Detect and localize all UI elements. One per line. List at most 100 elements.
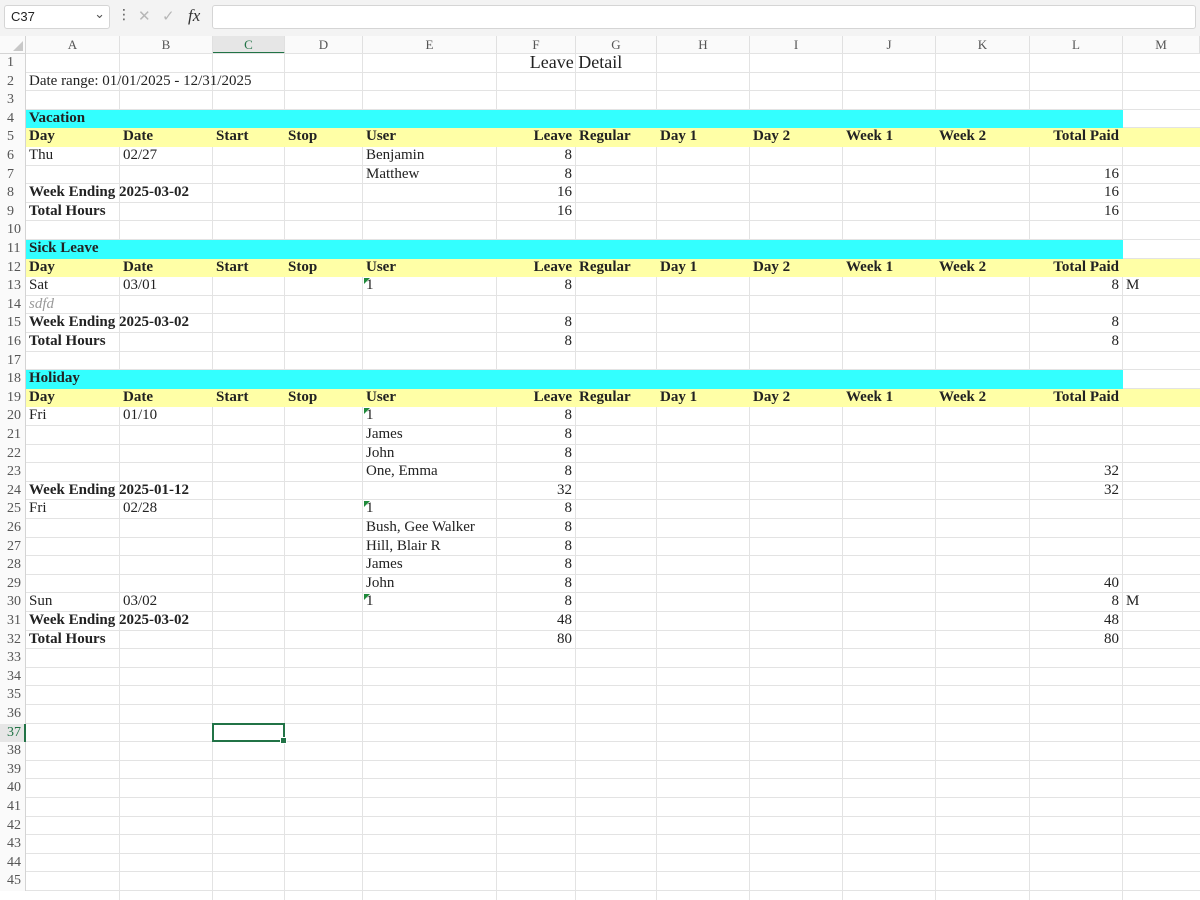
leave-cell[interactable]: 48 xyxy=(497,611,572,630)
date-cell[interactable]: 02/28 xyxy=(123,499,157,518)
user-cell[interactable]: One, Emma xyxy=(366,462,438,481)
column-header-j[interactable]: J xyxy=(843,36,936,54)
leave-cell[interactable]: 8 xyxy=(497,462,573,481)
column-header-e[interactable]: E xyxy=(363,36,497,54)
leave-cell[interactable]: 8 xyxy=(497,444,573,463)
leave-cell[interactable]: 8 xyxy=(497,313,573,332)
column-header-l[interactable]: L xyxy=(1030,36,1123,54)
row-header[interactable]: 39 xyxy=(0,760,26,780)
column-label[interactable]: Total Paid xyxy=(1030,258,1119,277)
column-header-c[interactable]: C xyxy=(213,36,285,54)
column-label[interactable]: Start xyxy=(216,388,249,407)
leave-cell[interactable]: 8 xyxy=(497,592,573,611)
total-paid-cell[interactable]: 48 xyxy=(1030,611,1119,630)
leave-cell[interactable]: 8 xyxy=(497,332,573,351)
column-label[interactable]: Day 2 xyxy=(753,127,790,146)
total-paid-cell[interactable]: 8 xyxy=(1030,313,1120,332)
column-label[interactable]: Total Paid xyxy=(1030,127,1119,146)
column-label[interactable]: Week 1 xyxy=(846,388,893,407)
column-label[interactable]: Day 1 xyxy=(660,388,697,407)
day-cell[interactable]: Sat xyxy=(29,276,48,295)
column-label[interactable]: Day xyxy=(29,388,55,407)
leave-cell[interactable]: 16 xyxy=(497,202,572,221)
flag-cell[interactable]: M xyxy=(1126,592,1139,611)
day-cell[interactable]: Fri xyxy=(29,499,47,518)
confirm-icon[interactable]: ✓ xyxy=(162,7,175,25)
user-cell[interactable]: John xyxy=(366,574,394,593)
user-cell[interactable]: Bush, Gee Walker xyxy=(366,518,475,537)
column-header-i[interactable]: I xyxy=(750,36,843,54)
column-label[interactable]: Week 2 xyxy=(939,127,986,146)
row-header[interactable]: 27 xyxy=(0,537,26,557)
formula-input[interactable] xyxy=(212,5,1196,29)
row-header[interactable]: 35 xyxy=(0,686,26,705)
name-box[interactable]: C37 ⌄ xyxy=(4,5,110,29)
total-paid-cell[interactable]: 16 xyxy=(1030,165,1119,184)
row-header[interactable]: 42 xyxy=(0,816,26,836)
total-paid-cell[interactable]: 32 xyxy=(1030,481,1119,500)
column-label[interactable]: Day 2 xyxy=(753,258,790,277)
column-label[interactable]: Date xyxy=(123,388,153,407)
date-range-cell[interactable]: Date range: 01/01/2025 - 12/31/2025 xyxy=(29,72,251,91)
row-header[interactable]: 41 xyxy=(0,798,26,817)
column-label[interactable]: User xyxy=(366,127,396,146)
total-paid-cell[interactable]: 8 xyxy=(1030,276,1120,295)
total-paid-cell[interactable]: 8 xyxy=(1030,592,1120,611)
column-label[interactable]: Week 1 xyxy=(846,127,893,146)
cancel-icon[interactable]: ✕ xyxy=(138,7,151,25)
column-label[interactable]: Day 1 xyxy=(660,127,697,146)
leave-cell[interactable]: 8 xyxy=(497,499,573,518)
user-cell[interactable]: Hill, Blair R xyxy=(366,537,441,556)
row-header[interactable]: 4 xyxy=(0,109,26,129)
leave-cell[interactable]: 8 xyxy=(497,574,573,593)
column-label[interactable]: Date xyxy=(123,258,153,277)
day-cell[interactable]: Sun xyxy=(29,592,52,611)
leave-cell[interactable]: 8 xyxy=(497,425,573,444)
row-header[interactable]: 34 xyxy=(0,667,26,687)
column-header-d[interactable]: D xyxy=(285,36,363,54)
day-cell[interactable]: Thu xyxy=(29,146,53,165)
column-label[interactable]: Day xyxy=(29,258,55,277)
column-label[interactable]: Stop xyxy=(288,388,317,407)
user-cell[interactable]: James xyxy=(366,425,403,444)
user-cell[interactable]: Matthew xyxy=(366,165,419,184)
column-label[interactable]: Day 1 xyxy=(660,258,697,277)
row-header[interactable]: 1 xyxy=(0,54,26,73)
select-all-corner[interactable] xyxy=(0,36,26,54)
row-header[interactable]: 3 xyxy=(0,91,26,110)
column-label[interactable]: Total Paid xyxy=(1030,388,1119,407)
subtotal-label[interactable]: Week Ending 2025-03-02 xyxy=(29,611,189,630)
column-label[interactable]: Week 1 xyxy=(846,258,893,277)
note-cell[interactable]: sdfd xyxy=(29,295,54,314)
row-header[interactable]: 44 xyxy=(0,853,26,873)
column-header-k[interactable]: K xyxy=(936,36,1030,54)
row-header[interactable]: 43 xyxy=(0,835,26,854)
subtotal-label[interactable]: Total Hours xyxy=(29,202,106,221)
row-header[interactable]: 8 xyxy=(0,184,26,203)
row-header[interactable]: 30 xyxy=(0,593,26,612)
total-paid-cell[interactable]: 16 xyxy=(1030,183,1119,202)
row-header[interactable]: 29 xyxy=(0,574,26,594)
total-paid-cell[interactable]: 32 xyxy=(1030,462,1119,481)
more-vertical-icon[interactable]: ⋮ xyxy=(117,7,131,23)
row-header[interactable]: 26 xyxy=(0,519,26,538)
section-title[interactable]: Vacation xyxy=(29,109,85,128)
row-header[interactable]: 5 xyxy=(0,128,26,147)
column-header-h[interactable]: H xyxy=(657,36,750,54)
column-label[interactable]: Start xyxy=(216,127,249,146)
fx-icon[interactable]: fx xyxy=(188,6,200,26)
row-header[interactable]: 17 xyxy=(0,351,26,371)
row-header[interactable]: 14 xyxy=(0,295,26,315)
row-header[interactable]: 31 xyxy=(0,612,26,631)
subtotal-label[interactable]: Total Hours xyxy=(29,630,106,649)
row-header[interactable]: 21 xyxy=(0,426,26,445)
column-label[interactable]: Regular xyxy=(579,388,631,407)
column-label[interactable]: User xyxy=(366,388,396,407)
subtotal-label[interactable]: Week Ending 2025-03-02 xyxy=(29,313,189,332)
user-cell[interactable]: Benjamin xyxy=(366,146,424,165)
leave-cell[interactable]: 8 xyxy=(497,165,573,184)
column-label[interactable]: User xyxy=(366,258,396,277)
leave-cell[interactable]: 8 xyxy=(497,555,573,574)
column-label[interactable]: Regular xyxy=(579,258,631,277)
row-header[interactable]: 7 xyxy=(0,165,26,185)
